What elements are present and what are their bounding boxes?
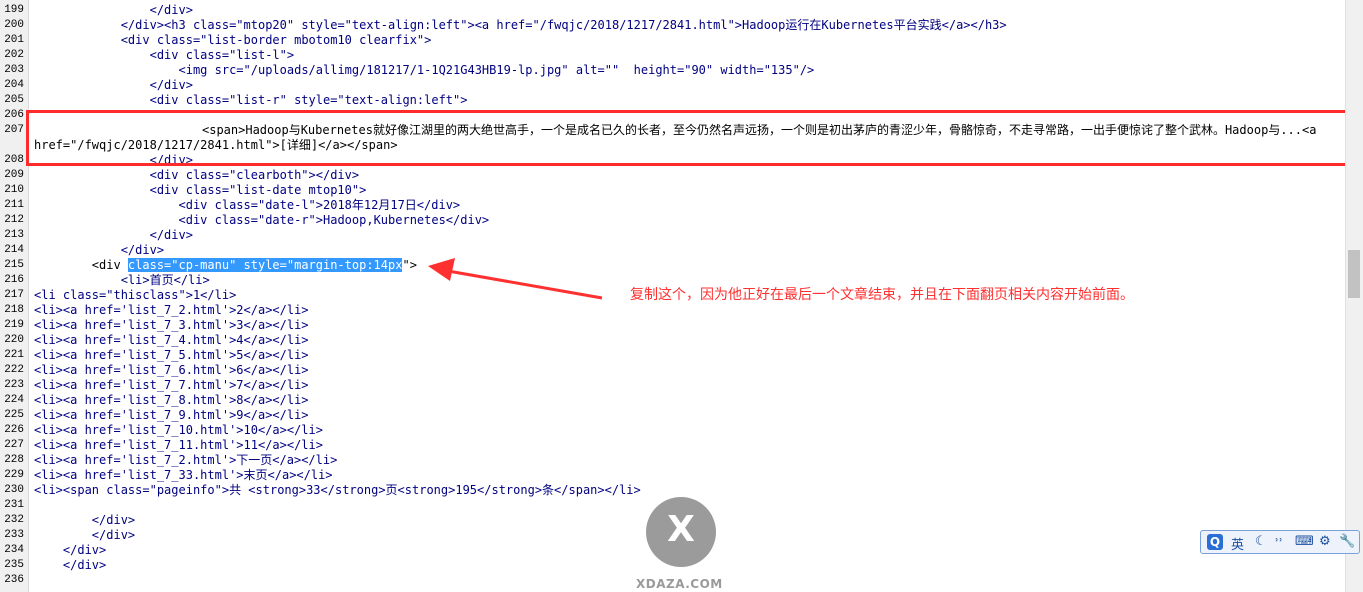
watermark-letter: X — [667, 509, 695, 550]
wrench-icon[interactable]: 🔧 — [1339, 534, 1355, 549]
vertical-scrollbar[interactable] — [1345, 0, 1363, 592]
ime-toolbar[interactable]: Q 英 ☾ ˒˒ ⌨ ⚙ 🔧 — [1200, 530, 1360, 554]
ime-lang-toggle[interactable]: 英 — [1231, 534, 1244, 553]
scrollbar-thumb[interactable] — [1348, 250, 1360, 298]
moon-icon[interactable]: ☾ — [1255, 534, 1267, 549]
annotation-note: 复制这个，因为他正好在最后一个文章结束，并且在下面翻页相关内容开始前面。 — [630, 287, 1134, 303]
watermark-logo: X — [646, 497, 716, 567]
punctuation-icon[interactable]: ˒˒ — [1275, 534, 1283, 549]
tools-icon[interactable]: ⚙ — [1319, 534, 1331, 549]
keyboard-icon[interactable]: ⌨ — [1295, 534, 1314, 549]
ime-logo-icon[interactable]: Q — [1207, 534, 1223, 550]
watermark-text: XDAZA.COM — [636, 577, 723, 591]
